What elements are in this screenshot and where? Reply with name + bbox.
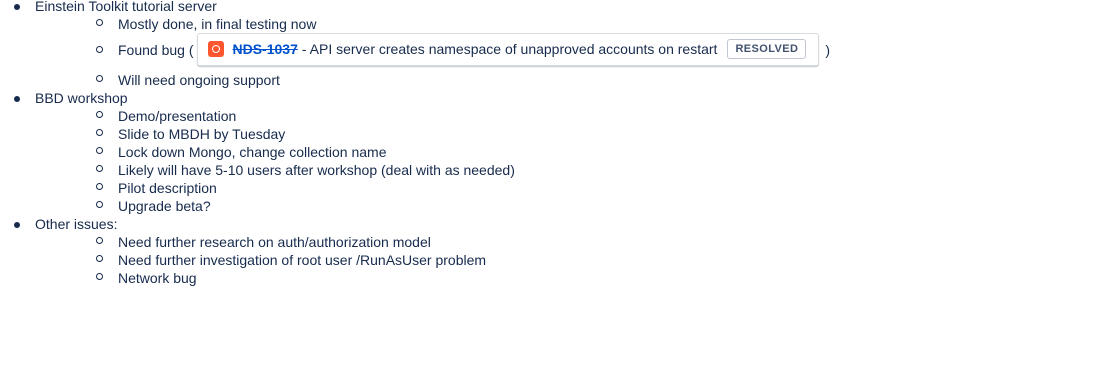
issue-key-link[interactable]: NDS-1037 xyxy=(233,32,298,67)
sub-list-item-text: Network bug xyxy=(118,270,197,286)
sub-list-item: Likely will have 5-10 users after worksh… xyxy=(96,161,1100,179)
bullet-icon xyxy=(14,222,20,228)
sub-list-item: Lock down Mongo, change collection name xyxy=(96,143,1100,161)
top-level-list: Einstein Toolkit tutorial server Mostly … xyxy=(0,0,1100,287)
circle-bullet-icon xyxy=(96,129,103,136)
list-item-text: Einstein Toolkit tutorial server xyxy=(35,0,217,14)
sub-list-item-text: Demo/presentation xyxy=(118,108,237,124)
sub-list: Need further research on auth/authorizat… xyxy=(35,233,1100,287)
circle-bullet-icon xyxy=(96,237,103,244)
bug-icon xyxy=(207,41,224,58)
status-badge: RESOLVED xyxy=(727,39,807,60)
sub-list-item-text: Likely will have 5-10 users after worksh… xyxy=(118,162,515,178)
sub-list-item-text-after: ) xyxy=(825,42,831,58)
circle-bullet-icon xyxy=(96,111,103,118)
sub-list-item-text: Lock down Mongo, change collection name xyxy=(118,144,387,160)
circle-bullet-icon xyxy=(96,19,103,26)
bullet-icon xyxy=(14,4,20,10)
sub-list-item-text: Found bug ( xyxy=(118,42,194,58)
sub-list-item: Slide to MBDH by Tuesday xyxy=(96,125,1100,143)
sub-list-item-with-issue: Found bug ( NDS-1037 - API server create… xyxy=(96,32,1100,68)
sub-list-item-text: Need further research on auth/authorizat… xyxy=(118,234,431,250)
sub-list-item-text: Need further investigation of root user … xyxy=(118,252,487,268)
sub-list-item: Need further investigation of root user … xyxy=(96,251,1100,269)
sub-list-item-text: Pilot description xyxy=(118,180,217,196)
sub-list-item: Upgrade beta? xyxy=(96,197,1100,215)
issue-summary: - API server creates namespace of unappr… xyxy=(301,40,718,57)
sub-list-item: Pilot description xyxy=(96,179,1100,197)
circle-bullet-icon xyxy=(96,255,103,262)
circle-bullet-icon xyxy=(96,46,103,53)
circle-bullet-icon xyxy=(96,201,103,208)
circle-bullet-icon xyxy=(96,273,103,280)
sub-list-item-text: Slide to MBDH by Tuesday xyxy=(118,126,286,142)
sub-list-item: Demo/presentation xyxy=(96,107,1100,125)
sub-list-item: Network bug xyxy=(96,269,1100,287)
sub-list: Demo/presentation Slide to MBDH by Tuesd… xyxy=(35,107,1100,215)
sub-list-item-text: Mostly done, in final testing now xyxy=(118,16,317,32)
list-item: Einstein Toolkit tutorial server Mostly … xyxy=(14,0,1100,89)
meeting-notes: Einstein Toolkit tutorial server Mostly … xyxy=(0,0,1100,287)
list-item-text: Other issues: xyxy=(35,216,118,232)
list-item-text: BBD workshop xyxy=(35,90,128,106)
jira-issue-card[interactable]: NDS-1037 - API server creates namespace … xyxy=(196,32,820,67)
list-item: Other issues: Need further research on a… xyxy=(14,215,1100,287)
circle-bullet-icon xyxy=(96,147,103,154)
sub-list-item: Need further research on auth/authorizat… xyxy=(96,233,1100,251)
sub-list: Mostly done, in final testing now Found … xyxy=(35,15,1100,89)
sub-list-item-text: Will need ongoing support xyxy=(118,72,280,88)
bullet-icon xyxy=(14,96,20,102)
list-item: BBD workshop Demo/presentation Slide to … xyxy=(14,89,1100,215)
sub-list-item: Mostly done, in final testing now xyxy=(96,15,1100,33)
sub-list-item-text: Upgrade beta? xyxy=(118,198,211,214)
circle-bullet-icon xyxy=(96,165,103,172)
circle-bullet-icon xyxy=(96,75,103,82)
circle-bullet-icon xyxy=(96,183,103,190)
sub-list-item: Will need ongoing support xyxy=(96,71,1100,89)
